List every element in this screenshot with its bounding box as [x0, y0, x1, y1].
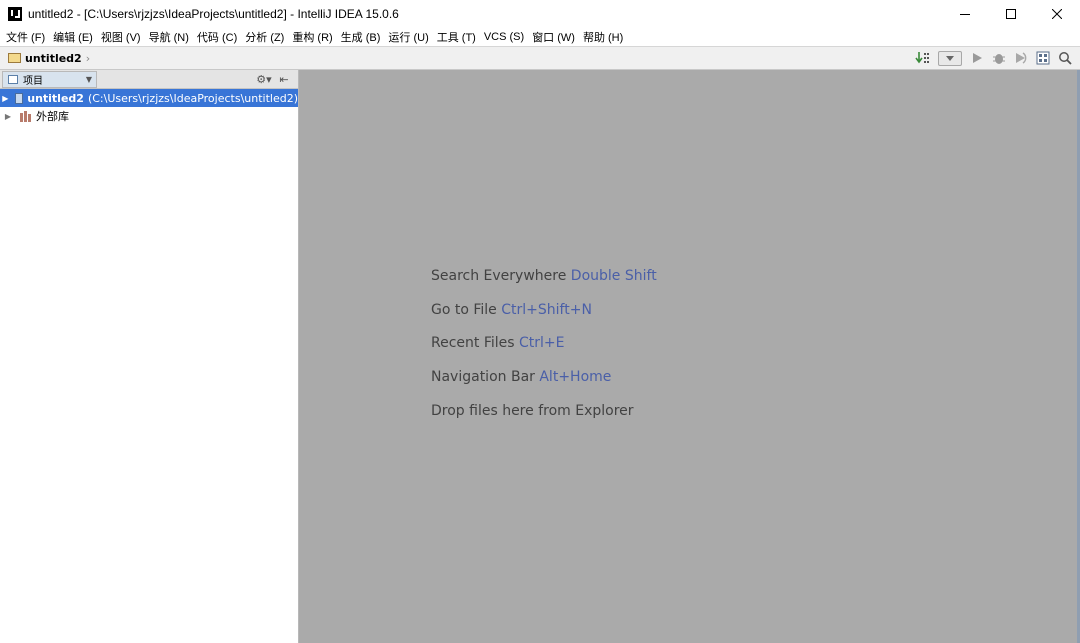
tree-row-project[interactable]: ▶ untitled2 (C:\Users\rjzjzs\IdeaProject…	[0, 89, 298, 107]
close-button[interactable]	[1034, 0, 1080, 27]
module-icon	[14, 92, 24, 104]
project-view-label: 项目	[23, 75, 43, 87]
hint-shortcut: Double Shift	[570, 268, 657, 284]
settings-button[interactable]: ⚙▾	[254, 71, 274, 87]
hint-navigation-bar: Navigation Bar Alt+Home	[431, 369, 657, 403]
project-pane-header: 项目 ▼ ⚙▾ ⇤	[0, 70, 298, 89]
hint-text: Drop files here from Explorer	[431, 402, 634, 419]
minimize-button[interactable]	[942, 0, 988, 27]
menu-run[interactable]: 运行 (U)	[384, 29, 432, 45]
hint-recent-files: Recent Files Ctrl+E	[431, 335, 657, 369]
menu-code[interactable]: 代码 (C)	[193, 29, 241, 45]
tree-row-external-libraries[interactable]: ▶ 外部库	[0, 107, 298, 125]
project-pane-tools: ⚙▾ ⇤	[254, 71, 294, 87]
project-tool-window: 项目 ▼ ⚙▾ ⇤ ▶ untitled2 (C:\Users\rjzjzs\I…	[0, 70, 299, 643]
hide-icon: ⇤	[279, 72, 289, 86]
library-icon	[20, 110, 32, 122]
project-view-selector[interactable]: 项目 ▼	[2, 70, 97, 88]
hint-text: Go to File	[431, 301, 497, 318]
menu-analyze[interactable]: 分析 (Z)	[241, 29, 288, 45]
project-view-icon	[8, 74, 18, 84]
intellij-icon	[8, 6, 22, 21]
menu-file[interactable]: 文件 (F)	[2, 29, 49, 45]
tree-item-name: 外部库	[36, 110, 69, 123]
debug-button[interactable]	[988, 48, 1010, 68]
make-project-icon	[915, 52, 929, 64]
editor-hints: Search Everywhere Double Shift Go to Fil…	[431, 268, 657, 436]
tree-item-name: untitled2	[27, 91, 84, 105]
hint-shortcut: Alt+Home	[539, 369, 612, 386]
menu-window[interactable]: 窗口 (W)	[528, 29, 579, 45]
title-bar: untitled2 - [C:\Users\rjzjzs\IdeaProject…	[0, 0, 1080, 27]
menu-vcs[interactable]: VCS (S)	[480, 31, 528, 43]
project-structure-button[interactable]	[1032, 48, 1054, 68]
menu-refactor[interactable]: 重构 (R)	[288, 29, 336, 45]
make-project-button[interactable]	[912, 48, 934, 68]
hint-go-to-file: Go to File Ctrl+Shift+N	[431, 302, 657, 336]
hint-text: Navigation Bar	[431, 369, 535, 386]
search-everywhere-button[interactable]	[1054, 48, 1076, 68]
navigation-bar: untitled2 ›	[0, 46, 1080, 70]
menu-navigate[interactable]: 导航 (N)	[145, 29, 193, 45]
maximize-button[interactable]	[988, 0, 1034, 27]
hint-text: Search Everywhere	[431, 268, 567, 284]
tree-item-path: (C:\Users\rjzjzs\IdeaProjects\untitled2)	[87, 91, 298, 105]
coverage-icon	[1016, 52, 1027, 64]
navbar-toolbar	[912, 47, 1076, 69]
expand-arrow-icon[interactable]: ▶	[1, 112, 15, 121]
breadcrumb[interactable]: untitled2 ›	[8, 52, 90, 65]
hint-text: Recent Files	[431, 335, 515, 352]
chevron-down-icon	[946, 55, 954, 61]
hint-drop-files: Drop files here from Explorer	[431, 403, 657, 437]
coverage-button[interactable]	[1010, 48, 1032, 68]
menu-help[interactable]: 帮助 (H)	[579, 29, 627, 45]
maximize-icon	[1006, 8, 1016, 19]
debug-icon	[993, 54, 1005, 64]
menu-build[interactable]: 生成 (B)	[337, 29, 385, 45]
run-button[interactable]	[966, 48, 988, 68]
search-icon	[1059, 52, 1072, 65]
close-icon	[1052, 8, 1062, 19]
window-title: untitled2 - [C:\Users\rjzjzs\IdeaProject…	[28, 6, 399, 21]
hide-pane-button[interactable]: ⇤	[274, 71, 294, 87]
project-structure-icon	[1036, 51, 1050, 65]
window-controls	[942, 0, 1080, 27]
menu-bar: 文件 (F) 编辑 (E) 视图 (V) 导航 (N) 代码 (C) 分析 (Z…	[0, 27, 1080, 46]
hint-shortcut: Ctrl+Shift+N	[501, 301, 592, 318]
gear-icon: ⚙▾	[256, 72, 272, 86]
chevron-right-icon: ›	[85, 51, 91, 65]
hint-shortcut: Ctrl+E	[519, 335, 565, 352]
editor-empty-area[interactable]: Search Everywhere Double Shift Go to Fil…	[299, 70, 1077, 643]
chevron-down-icon: ▼	[85, 74, 92, 84]
hint-search-everywhere: Search Everywhere Double Shift	[431, 268, 657, 302]
menu-view[interactable]: 视图 (V)	[97, 29, 145, 45]
menu-tools[interactable]: 工具 (T)	[433, 29, 480, 45]
run-icon	[973, 53, 982, 63]
run-config-dropdown[interactable]	[938, 50, 962, 66]
breadcrumb-label: untitled2	[25, 51, 82, 65]
expand-arrow-icon[interactable]: ▶	[1, 94, 10, 103]
folder-icon	[8, 53, 21, 63]
minimize-icon	[960, 13, 970, 15]
menu-edit[interactable]: 编辑 (E)	[49, 29, 97, 45]
